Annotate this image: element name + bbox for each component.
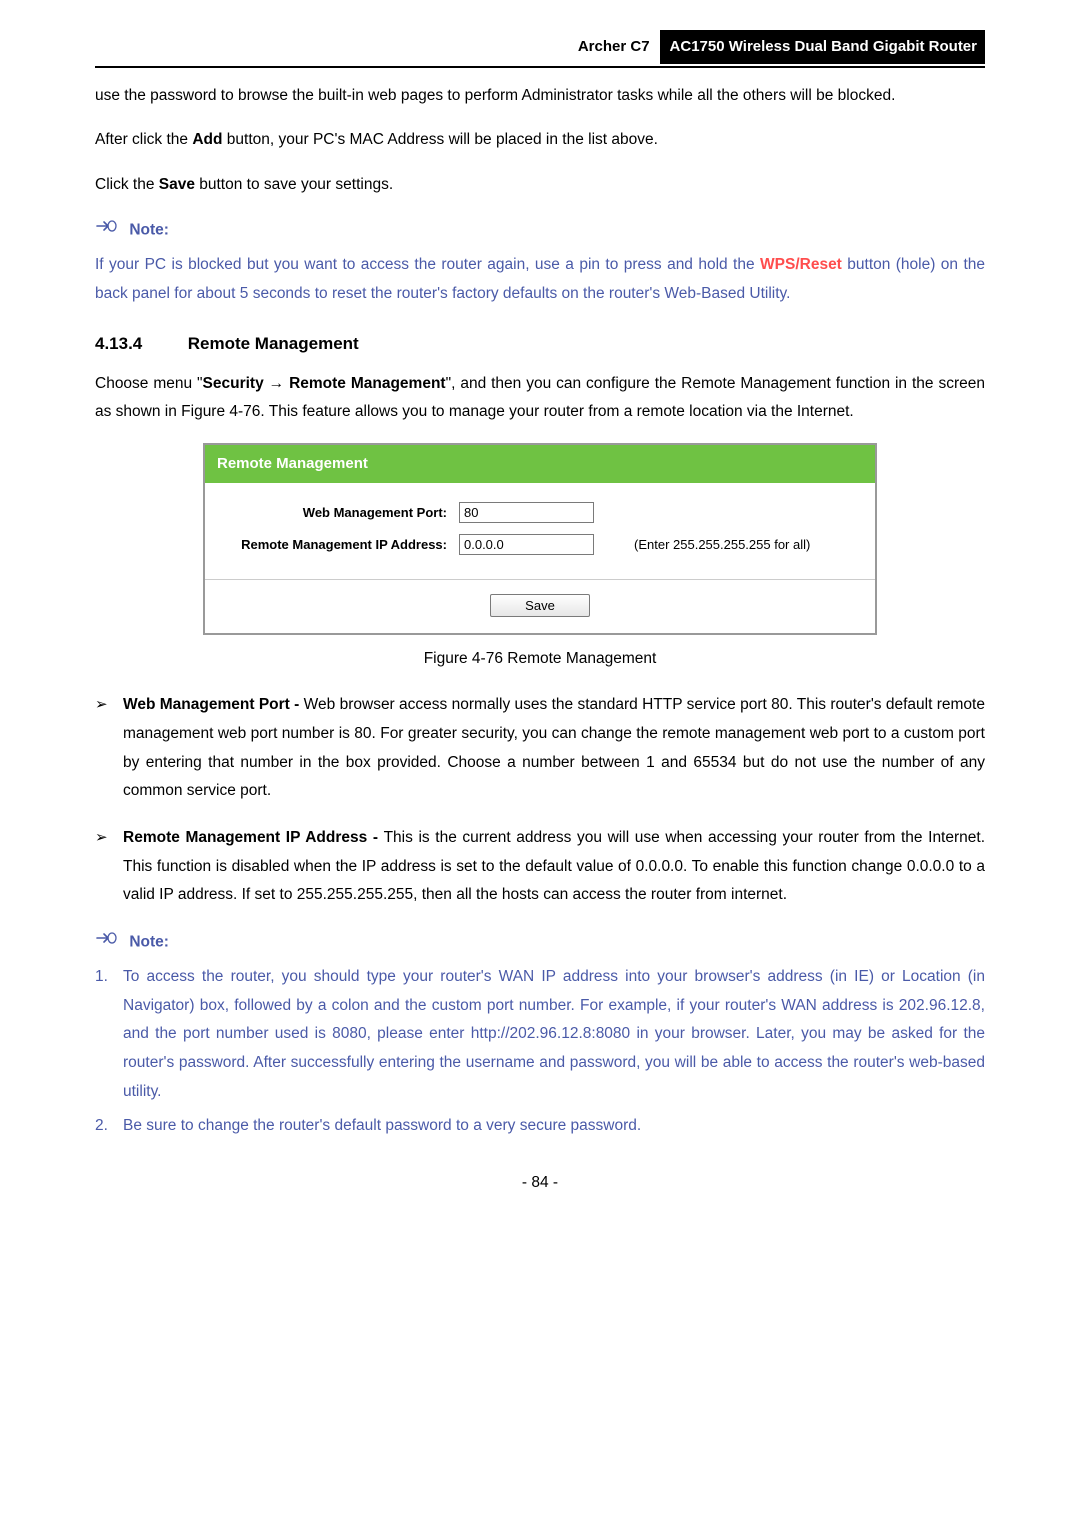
save-bold: Save: [159, 176, 195, 193]
wps-reset-bold: WPS/Reset: [760, 256, 842, 273]
text-span: button to save your settings.: [195, 176, 393, 193]
page-number: - 84 -: [95, 1169, 985, 1198]
web-port-cell: [459, 501, 863, 525]
para-use-password: use the password to browse the built-in …: [95, 82, 985, 111]
note2-item-1: 1. To access the router, you should type…: [95, 963, 985, 1106]
note-label-1: Note:: [129, 221, 169, 238]
save-button[interactable]: Save: [490, 594, 590, 617]
note-label-2: Note:: [129, 933, 169, 950]
menu-security-bold: Security: [203, 375, 264, 392]
arrow-glyph: →: [264, 375, 289, 392]
bullet-title: Remote Management IP Address -: [123, 829, 384, 846]
bullet-text: Web Management Port - Web browser access…: [123, 691, 985, 806]
header-model: Archer C7: [578, 33, 650, 61]
text-span: If your PC is blocked but you want to ac…: [95, 256, 760, 273]
page-header: Archer C7 AC1750 Wireless Dual Band Giga…: [95, 30, 985, 64]
web-port-label: Web Management Port:: [217, 501, 447, 525]
text-span: After click the: [95, 131, 192, 148]
pointer-icon: [95, 216, 117, 245]
list-text: To access the router, you should type yo…: [123, 963, 985, 1106]
bullet-web-port: ➢ Web Management Port - Web browser acce…: [95, 691, 985, 806]
bullet-remote-ip: ➢ Remote Management IP Address - This is…: [95, 824, 985, 910]
section-number: 4.13.4: [95, 328, 183, 359]
note-header-1: Note:: [95, 216, 985, 245]
para-after-add: After click the Add button, your PC's MA…: [95, 126, 985, 155]
header-title: AC1750 Wireless Dual Band Gigabit Router: [660, 30, 985, 64]
list-number: 2.: [95, 1112, 123, 1141]
bullet-mark-icon: ➢: [95, 824, 123, 910]
text-span: button, your PC's MAC Address will be pl…: [222, 131, 657, 148]
section-heading: 4.13.4 Remote Management: [95, 328, 985, 359]
text-span: Choose menu ": [95, 375, 203, 392]
remote-ip-cell: (Enter 255.255.255.255 for all): [459, 533, 863, 557]
figure-titlebar: Remote Management: [205, 445, 875, 483]
section-title: Remote Management: [188, 334, 359, 353]
figure-caption: Figure 4-76 Remote Management: [95, 645, 985, 674]
note-body-1: If your PC is blocked but you want to ac…: [95, 251, 985, 308]
menu-remote-bold: Remote Management: [289, 375, 446, 392]
pointer-icon: [95, 928, 117, 957]
header-rule: [95, 66, 985, 68]
remote-ip-hint: (Enter 255.255.255.255 for all): [634, 533, 810, 557]
bullet-title: Web Management Port -: [123, 696, 304, 713]
bullet-text: Remote Management IP Address - This is t…: [123, 824, 985, 910]
figure-divider: [205, 579, 875, 580]
remote-ip-input[interactable]: [459, 534, 594, 555]
add-bold: Add: [192, 131, 222, 148]
text-span: Click the: [95, 176, 159, 193]
list-text: Be sure to change the router's default p…: [123, 1112, 985, 1141]
para-click-save: Click the Save button to save your setti…: [95, 171, 985, 200]
figure-remote-management: Remote Management Web Management Port: R…: [203, 443, 877, 635]
bullet-mark-icon: ➢: [95, 691, 123, 806]
remote-ip-label: Remote Management IP Address:: [217, 533, 447, 557]
section-intro: Choose menu "Security → Remote Managemen…: [95, 370, 985, 427]
web-port-input[interactable]: [459, 502, 594, 523]
note-header-2: Note:: [95, 928, 985, 957]
list-number: 1.: [95, 963, 123, 1106]
note2-item-2: 2. Be sure to change the router's defaul…: [95, 1112, 985, 1141]
